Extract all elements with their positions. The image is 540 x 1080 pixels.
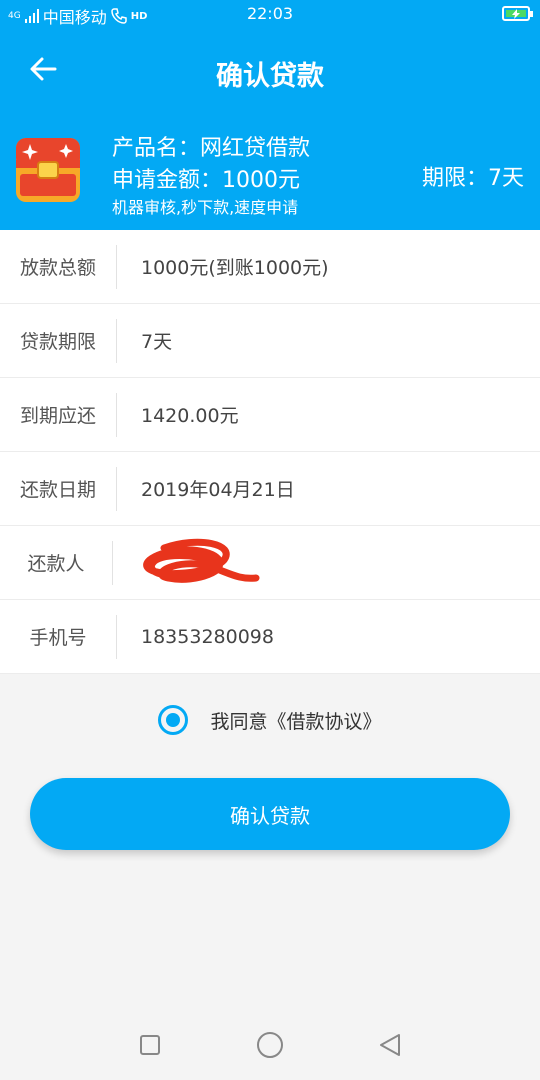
detail-row-amount-due: 到期应还 1420.00元 bbox=[0, 378, 540, 452]
detail-label: 手机号 bbox=[29, 627, 87, 649]
battery-icon bbox=[502, 6, 533, 21]
product-name: 产品名：网红贷借款 bbox=[112, 136, 311, 161]
detail-value: 1420.00元 bbox=[141, 405, 239, 427]
detail-label: 贷款期限 bbox=[19, 331, 96, 353]
detail-label: 放款总额 bbox=[19, 257, 96, 279]
agreement-radio[interactable] bbox=[158, 705, 189, 735]
page-title: 确认贷款 bbox=[216, 61, 324, 92]
detail-row-payer: 还款人 bbox=[0, 526, 540, 600]
status-bar: 4G 中国移动 HD 22:03 bbox=[0, 0, 540, 28]
product-term: 期限：7天 bbox=[422, 166, 524, 191]
treasure-chest-icon bbox=[16, 138, 80, 202]
system-nav-bar bbox=[0, 1010, 540, 1080]
detail-value: 1000元(到账1000元) bbox=[141, 257, 329, 279]
agreement-text[interactable]: 我同意《借款协议》 bbox=[210, 707, 381, 734]
recents-button[interactable] bbox=[130, 1025, 170, 1065]
detail-label: 还款日期 bbox=[19, 479, 96, 501]
product-summary: 产品名：网红贷借款 申请金额：1000元 机器审核,秒下款,速度申请 期限：7天 bbox=[0, 130, 540, 230]
product-description: 机器审核,秒下款,速度申请 bbox=[112, 198, 299, 217]
detail-row-phone: 手机号 18353280098 bbox=[0, 600, 540, 674]
redaction-scribble bbox=[143, 538, 260, 583]
radio-checked-dot bbox=[166, 713, 181, 727]
status-time: 22:03 bbox=[246, 4, 294, 23]
detail-row-repay-date: 还款日期 2019年04月21日 bbox=[0, 452, 540, 526]
home-button[interactable] bbox=[250, 1025, 290, 1065]
agreement: 我同意《借款协议》 bbox=[0, 700, 540, 740]
divider bbox=[112, 540, 113, 585]
detail-label: 到期应还 bbox=[19, 405, 96, 427]
triangle-back-icon bbox=[380, 1034, 400, 1056]
square-recents-icon bbox=[140, 1035, 160, 1055]
loan-details: 放款总额 1000元(到账1000元) 贷款期限 7天 到期应还 1420.00… bbox=[0, 230, 540, 674]
nav-back-button[interactable] bbox=[370, 1025, 410, 1065]
circle-home-icon bbox=[257, 1032, 283, 1058]
product-amount: 申请金额：1000元 bbox=[112, 168, 300, 193]
confirm-loan-button[interactable]: 确认贷款 bbox=[30, 778, 510, 850]
detail-value: 18353280098 bbox=[141, 625, 274, 648]
detail-row-loan-term: 贷款期限 7天 bbox=[0, 304, 540, 378]
detail-value: 7天 bbox=[141, 331, 173, 353]
detail-label: 还款人 bbox=[27, 553, 85, 575]
detail-value: 2019年04月21日 bbox=[141, 479, 295, 501]
detail-row-loan-total: 放款总额 1000元(到账1000元) bbox=[0, 230, 540, 304]
